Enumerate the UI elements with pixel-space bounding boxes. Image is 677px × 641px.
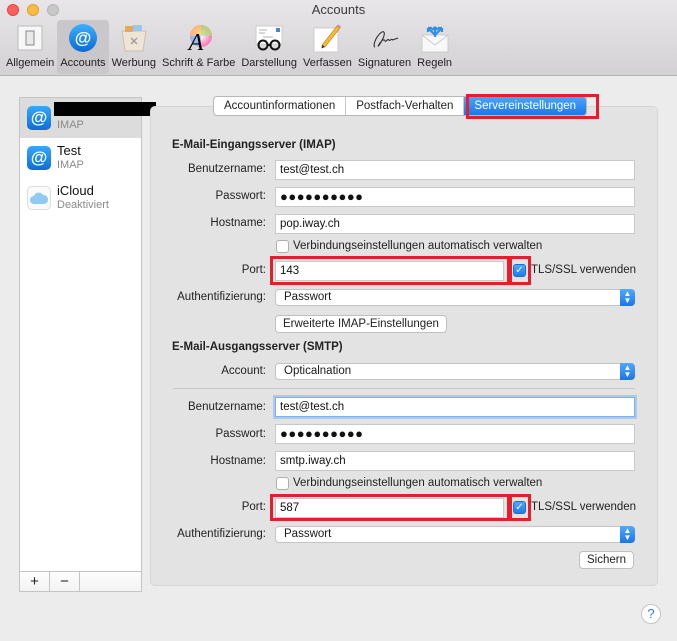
- incoming-tls-checkbox[interactable]: ✓: [513, 264, 526, 277]
- add-account-button[interactable]: +: [20, 572, 50, 591]
- tab-servereinstellungen[interactable]: Servereinstellungen: [464, 97, 587, 115]
- at-icon: @: [27, 146, 51, 170]
- account-type: IMAP: [57, 119, 84, 131]
- signature-icon: [369, 22, 401, 54]
- toolbar-item-werbung[interactable]: Werbung: [109, 20, 159, 74]
- font-color-icon: A: [183, 22, 215, 54]
- incoming-username-label: Benutzername:: [188, 163, 266, 175]
- account-list-item[interactable]: iCloud Deaktiviert: [20, 178, 141, 218]
- incoming-username-field[interactable]: test@test.ch: [275, 160, 635, 180]
- account-type: IMAP: [57, 159, 84, 171]
- outgoing-auto-manage-label: Verbindungseinstellungen automatisch ver…: [293, 477, 543, 489]
- incoming-password-label: Passwort:: [215, 190, 267, 202]
- outgoing-username-field[interactable]: test@test.ch: [275, 397, 635, 417]
- title-bar: Accounts Allgemein @ Accounts Werbung A …: [0, 0, 677, 76]
- outgoing-auth-select[interactable]: Passwort ▲ ▼: [275, 526, 635, 543]
- help-button[interactable]: ?: [641, 604, 661, 624]
- account-list-item[interactable]: @ IMAP: [20, 98, 156, 138]
- toolbar-item-signaturen[interactable]: Signaturen: [355, 20, 414, 74]
- window-title: Accounts: [311, 2, 366, 17]
- remove-account-button[interactable]: −: [50, 572, 80, 591]
- outgoing-port-field[interactable]: 587: [275, 498, 504, 518]
- incoming-auto-manage-label: Verbindungseinstellungen automatisch ver…: [293, 240, 543, 252]
- outgoing-password-label: Passwort:: [215, 428, 267, 440]
- at-icon: @: [67, 22, 99, 54]
- outgoing-password-field[interactable]: ●●●●●●●●●●: [275, 424, 635, 444]
- pencil-icon: [311, 22, 343, 54]
- incoming-auto-manage-checkbox[interactable]: [276, 240, 289, 253]
- incoming-port-label: Port:: [241, 264, 266, 276]
- incoming-auth-value: Passwort: [284, 291, 332, 303]
- incoming-server-title: E-Mail-Eingangsserver (IMAP): [172, 139, 336, 151]
- toolbar-item-accounts[interactable]: @ Accounts: [57, 20, 109, 74]
- outgoing-account-value: Opticalnation: [284, 365, 352, 377]
- toolbar-item-schrift-farbe[interactable]: A Schrift & Farbe: [159, 20, 238, 74]
- account-name: iCloud: [57, 183, 94, 198]
- outgoing-tls-label: TLS/SSL verwenden: [531, 501, 637, 513]
- outgoing-auth-label: Authentifizierung:: [177, 528, 266, 540]
- outgoing-hostname-label: Hostname:: [210, 455, 266, 467]
- outgoing-account-select[interactable]: Opticalnation ▲ ▼: [275, 363, 635, 380]
- chevron-up-down-icon: ▲ ▼: [620, 526, 635, 543]
- save-button[interactable]: Sichern: [579, 551, 634, 569]
- advanced-imap-settings-button[interactable]: Erweiterte IMAP-Einstellungen: [275, 315, 447, 333]
- accounts-list: @ IMAP @ Test IMAP iCloud Deaktiviert + …: [19, 97, 156, 592]
- cloud-icon: [27, 186, 51, 210]
- preferences-toolbar: Allgemein @ Accounts Werbung A Schrift &…: [3, 20, 455, 74]
- toolbar-item-regeln[interactable]: Regeln: [414, 20, 455, 74]
- rules-envelope-icon: [419, 22, 451, 54]
- incoming-password-field[interactable]: ●●●●●●●●●●: [275, 187, 635, 207]
- outgoing-hostname-field[interactable]: smtp.iway.ch: [275, 451, 635, 471]
- redacted-account-name: [54, 102, 156, 116]
- tab-postfach-verhalten[interactable]: Postfach-Verhalten: [346, 97, 465, 115]
- incoming-tls-label: TLS/SSL verwenden: [531, 264, 637, 276]
- incoming-auth-select[interactable]: Passwort ▲ ▼: [275, 289, 635, 306]
- list-actions: + −: [20, 571, 141, 591]
- account-name: Test: [57, 143, 81, 158]
- section-divider: [173, 388, 635, 389]
- outgoing-account-label: Account:: [221, 365, 266, 377]
- glasses-icon: [253, 22, 285, 54]
- at-icon: @: [27, 106, 51, 130]
- incoming-port-field[interactable]: 143: [275, 261, 504, 281]
- outgoing-port-label: Port:: [241, 501, 266, 513]
- incoming-hostname-label: Hostname:: [210, 217, 266, 229]
- outgoing-auto-manage-checkbox[interactable]: [276, 477, 289, 490]
- outgoing-server-title: E-Mail-Ausgangsserver (SMTP): [172, 341, 343, 353]
- toolbar-item-verfassen[interactable]: Verfassen: [300, 20, 355, 74]
- account-type: Deaktiviert: [57, 199, 109, 211]
- outgoing-tls-checkbox[interactable]: ✓: [513, 501, 526, 514]
- outgoing-auth-value: Passwort: [284, 528, 332, 540]
- incoming-hostname-field[interactable]: pop.iway.ch: [275, 214, 635, 234]
- toolbar-item-allgemein[interactable]: Allgemein: [3, 20, 57, 74]
- svg-text:@: @: [75, 29, 92, 48]
- outgoing-username-label: Benutzername:: [188, 401, 266, 413]
- account-list-item[interactable]: @ Test IMAP: [20, 138, 141, 178]
- settings-tabs: Accountinformationen Postfach-Verhalten …: [213, 96, 588, 116]
- chevron-up-down-icon: ▲ ▼: [620, 363, 635, 380]
- switch-icon: [14, 22, 46, 54]
- incoming-auth-label: Authentifizierung:: [177, 291, 266, 303]
- toolbar-item-darstellung[interactable]: Darstellung: [238, 20, 300, 74]
- tab-accountinformationen[interactable]: Accountinformationen: [214, 97, 347, 115]
- svg-text:A: A: [186, 30, 203, 53]
- chevron-up-down-icon: ▲ ▼: [620, 289, 635, 306]
- junk-bin-icon: [118, 22, 150, 54]
